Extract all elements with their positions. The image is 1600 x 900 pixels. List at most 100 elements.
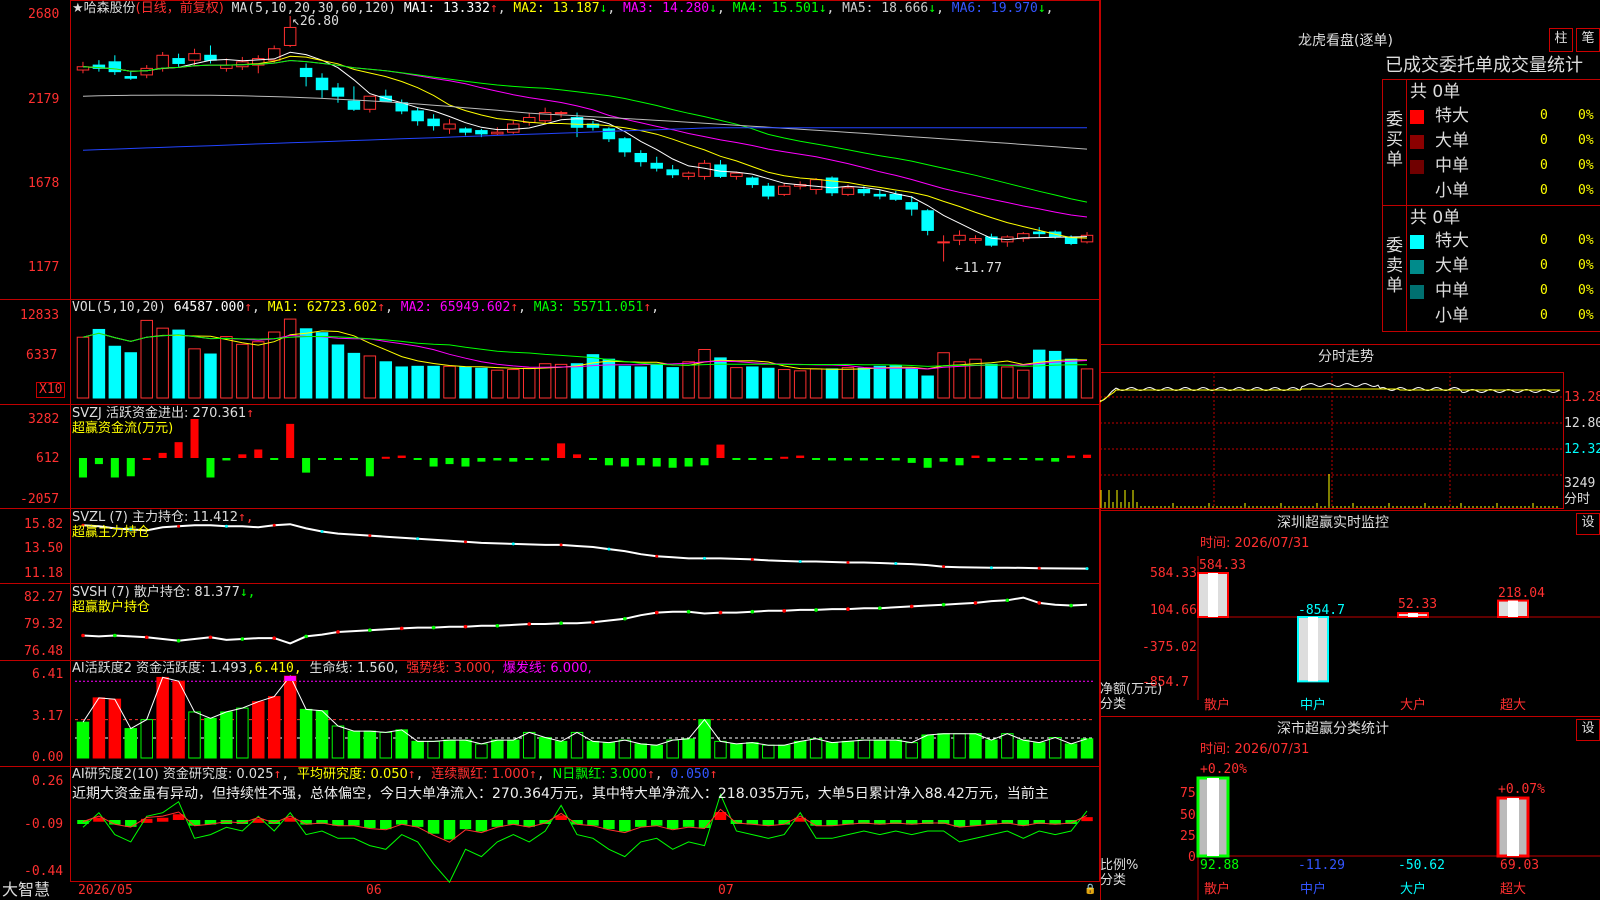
volume-bar	[475, 367, 488, 399]
candle-body	[554, 112, 568, 115]
sep: ,	[385, 300, 393, 315]
research-bar	[650, 820, 663, 826]
activity-bar	[825, 742, 839, 759]
svzl-dot	[1037, 566, 1041, 570]
svzj-bar	[238, 454, 247, 458]
svzl-dot	[607, 547, 611, 551]
svzl-label: SVZL (7) 主力持仓: 11.412	[72, 510, 238, 525]
svzj-bar	[796, 455, 805, 458]
volume-bar	[825, 368, 839, 399]
candle-body	[889, 193, 903, 200]
sz-monitor-bar-highlight	[1208, 573, 1218, 617]
volume-bar	[889, 365, 903, 399]
sz-monitor-cat: 中户	[1300, 698, 1327, 713]
ma-arrow: ↓	[818, 1, 827, 16]
vol-ma-values: MA1: 62723.602↑, MA2: 65949.602↑, MA3: 5…	[268, 300, 659, 315]
activity-bar	[809, 738, 823, 759]
volume-bar	[92, 328, 106, 399]
svzj-bar	[1067, 455, 1076, 458]
sz-class-cat: 大户	[1400, 882, 1427, 897]
svzj-tick: 3282	[28, 412, 60, 427]
activity-bar	[379, 731, 393, 759]
volume-bar	[140, 319, 153, 399]
svzl-dot	[655, 554, 659, 558]
volume-bar	[315, 332, 329, 399]
svsh-dot	[144, 635, 149, 640]
activity-bar	[427, 740, 440, 759]
sz-monitor-ylabel: 净额(万元)	[1100, 682, 1163, 697]
lock-icon[interactable]: 🔒	[1084, 882, 1096, 898]
research-line	[82, 792, 1088, 884]
volume-bar	[554, 363, 568, 399]
candle-body	[411, 110, 424, 122]
activity-bar	[331, 725, 345, 759]
sep: ,	[518, 300, 526, 315]
order-percent: 0%	[1578, 283, 1594, 298]
order-size-label: 中单	[1435, 156, 1469, 176]
svzj-bar	[429, 458, 438, 467]
period-label[interactable]: (日线，前复权)	[136, 1, 224, 16]
sz-class-settings-button[interactable]: 设	[1576, 719, 1600, 741]
svzj-bar	[413, 458, 422, 460]
volume-bars	[76, 318, 1094, 399]
sz-monitor-tick: 104.66	[1150, 603, 1197, 618]
volume-bar	[188, 348, 201, 399]
activity-bar	[873, 739, 887, 759]
activity-bar	[140, 719, 153, 759]
svzl-dot	[798, 559, 802, 563]
sz-monitor-cat: 超大	[1500, 698, 1527, 713]
sep: ,	[497, 1, 506, 16]
sz-monitor-settings-button[interactable]: 设	[1576, 513, 1600, 535]
svzj-bar	[94, 458, 103, 465]
candle-body	[140, 67, 153, 76]
vol-ma-arrow: ↑	[510, 300, 519, 315]
tab-tick[interactable]: 笔	[1576, 28, 1600, 52]
sz-class-cat: 散户	[1204, 882, 1231, 897]
sep: ,	[607, 1, 616, 16]
ma-arrow: ↑	[489, 1, 498, 16]
sz-class-bar-highlight	[1507, 798, 1519, 856]
order-count: 0	[1540, 158, 1548, 173]
volume-bar	[762, 367, 775, 399]
research-avg-line	[82, 808, 1088, 843]
volume-bar	[220, 336, 233, 399]
svsh-dot	[718, 610, 723, 615]
research-bar	[427, 820, 440, 834]
svsh-arrow: ↓,	[239, 585, 256, 600]
sz-monitor-title: 深圳超赢实时监控	[1277, 515, 1389, 531]
activity-bar	[204, 717, 217, 759]
research-bar	[364, 820, 376, 828]
volume-bar	[985, 363, 998, 399]
svzj-bar	[333, 458, 342, 460]
intraday-chart	[1099, 372, 1564, 509]
svsh-dot	[527, 622, 532, 626]
volume-bar	[634, 366, 648, 399]
star-icon[interactable]: ★	[72, 1, 84, 16]
activity-bar	[220, 711, 233, 759]
activity-bar	[315, 710, 329, 759]
volume-bar	[730, 367, 743, 399]
svzl-dot	[463, 540, 467, 544]
svsh-dot	[463, 624, 468, 629]
vol-params: VOL(5,10,20)	[72, 300, 166, 315]
svsh-line	[82, 596, 1088, 645]
svzl-dot	[416, 537, 420, 541]
svzj-bar	[302, 458, 311, 473]
volume-bar	[283, 318, 297, 399]
vol-header: VOL(5,10,20) 64587.000↑, MA1: 62723.602↑…	[72, 300, 660, 315]
svzj-bar	[764, 458, 773, 460]
intraday-vol-tick: 3249	[1564, 476, 1596, 491]
svzl-arrow: ↑,	[237, 510, 254, 525]
intraday-tick: 12.80	[1564, 416, 1600, 431]
svzj-bar	[381, 456, 390, 459]
volume-bar	[156, 327, 169, 399]
order-percent: 0%	[1578, 133, 1594, 148]
activity-bar	[586, 740, 600, 759]
sep: ,	[1045, 1, 1054, 16]
ai-res-label: AI研究度2(10) 资金研究度: 0.025	[72, 767, 274, 782]
volume-bar	[1048, 350, 1062, 399]
tab-bar-chart[interactable]: 柱	[1549, 28, 1573, 52]
activity-bar	[650, 744, 663, 759]
activity-bar	[570, 731, 584, 759]
research-bar	[125, 820, 137, 827]
